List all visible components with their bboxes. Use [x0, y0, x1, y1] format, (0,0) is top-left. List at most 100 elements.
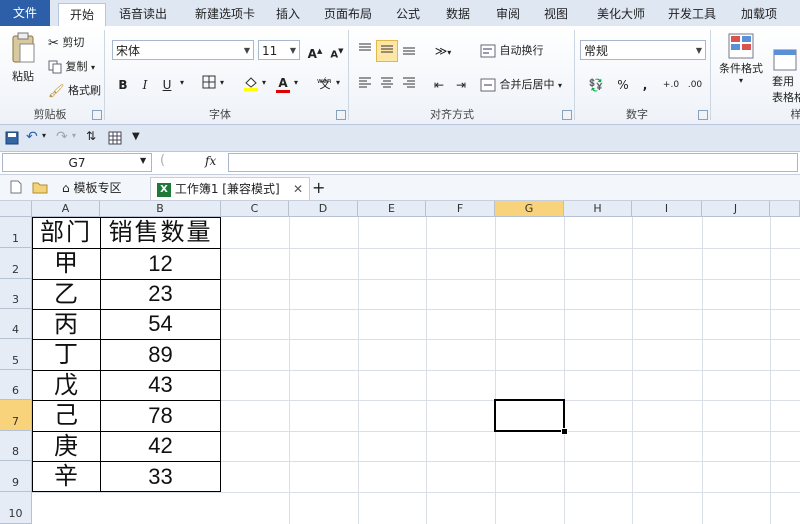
tab-speech[interactable]: 语音读出 [112, 3, 174, 25]
paste-button[interactable]: 粘贴 [6, 32, 40, 84]
sort-icon[interactable]: ⇅ [86, 129, 96, 143]
add-tab-button[interactable]: + [312, 177, 326, 199]
cell-a1[interactable]: 部门 [32, 217, 100, 248]
number-format-combo[interactable]: 常规 ▼ [580, 40, 706, 60]
cell-b4[interactable]: 54 [100, 309, 221, 339]
phonetic-dropdown[interactable]: ▾ [336, 78, 340, 87]
tab-view[interactable]: 视图 [536, 3, 576, 25]
alignment-launcher[interactable] [562, 110, 572, 120]
folder-icon[interactable] [32, 180, 48, 194]
cell-a9[interactable]: 辛 [32, 461, 100, 492]
merge-center-button[interactable]: 合并后居中 ▾ [480, 76, 562, 92]
format-painter-button[interactable]: 🖌 格式刷 [48, 82, 101, 99]
undo-dropdown-icon[interactable]: ▾ [42, 131, 46, 140]
row-header-4[interactable]: 4 [0, 309, 32, 339]
active-cell-g7[interactable] [494, 399, 565, 432]
row-header-5[interactable]: 5 [0, 339, 32, 370]
redo-dropdown-icon[interactable]: ▾ [72, 131, 76, 140]
tab-data[interactable]: 数据 [438, 3, 478, 25]
orientation-button[interactable]: ≫▾ [428, 40, 458, 62]
column-header-partial[interactable] [770, 201, 800, 217]
align-bottom-button[interactable] [398, 40, 420, 62]
tab-formulas[interactable]: 公式 [388, 3, 428, 25]
row-header-10[interactable]: 10 [0, 492, 32, 524]
bold-button[interactable]: B [112, 74, 134, 96]
column-header-i[interactable]: I [632, 201, 702, 217]
cut-button[interactable]: ✂ 剪切 [48, 34, 84, 51]
save-icon[interactable] [5, 131, 19, 145]
borders-button[interactable] [198, 74, 220, 96]
copy-button[interactable]: 复制 ▾ [48, 58, 95, 74]
row-header-3[interactable]: 3 [0, 279, 32, 309]
cell-a2[interactable]: 甲 [32, 248, 100, 279]
column-header-c[interactable]: C [221, 201, 289, 217]
column-header-g[interactable]: G [495, 201, 564, 217]
tab-page-layout[interactable]: 页面布局 [316, 3, 380, 25]
underline-dropdown[interactable]: ▾ [180, 78, 184, 87]
font-color-dropdown[interactable]: ▾ [294, 78, 298, 87]
tab-addins[interactable]: 加载项 [734, 3, 784, 25]
cell-b8[interactable]: 42 [100, 431, 221, 461]
font-size-combo[interactable]: 11 ▼ [258, 40, 300, 60]
decrease-indent-button[interactable]: ⇤ [428, 74, 450, 96]
row-header-2[interactable]: 2 [0, 248, 32, 279]
phonetic-button[interactable]: wén 文 [314, 74, 336, 96]
cell-b9[interactable]: 33 [100, 461, 221, 492]
tab-developer[interactable]: 开发工具 [662, 3, 722, 25]
table-icon[interactable] [108, 131, 122, 145]
row-header-6[interactable]: 6 [0, 370, 32, 400]
customize-qat-icon[interactable]: ▼ [132, 131, 140, 142]
cell-a6[interactable]: 戊 [32, 370, 100, 400]
font-color-button[interactable]: A [272, 72, 294, 94]
clipboard-launcher[interactable] [92, 110, 102, 120]
fill-color-button[interactable] [240, 74, 262, 96]
formula-input[interactable] [228, 153, 798, 172]
cell-b3[interactable]: 23 [100, 279, 221, 309]
tab-beautify[interactable]: 美化大师 [590, 3, 652, 25]
align-right-button[interactable] [398, 74, 420, 96]
row-header-1[interactable]: 1 [0, 217, 32, 248]
conditional-format-button[interactable]: 条件格式 ▾ [716, 32, 766, 85]
column-header-f[interactable]: F [426, 201, 495, 217]
cell-a8[interactable]: 庚 [32, 431, 100, 461]
tab-home[interactable]: 开始 [58, 3, 106, 27]
close-icon[interactable]: ✕ [293, 178, 303, 200]
column-header-j[interactable]: J [702, 201, 770, 217]
tab-review[interactable]: 审阅 [488, 3, 528, 25]
font-name-combo[interactable]: 宋体 ▼ [112, 40, 254, 60]
cell-b6[interactable]: 43 [100, 370, 221, 400]
column-header-d[interactable]: D [289, 201, 358, 217]
cell-b1[interactable]: 销售数量 [100, 217, 221, 248]
undo-icon[interactable]: ↶ [26, 129, 38, 145]
row-header-8[interactable]: 8 [0, 431, 32, 461]
fill-color-dropdown[interactable]: ▾ [262, 78, 266, 87]
wrap-text-button[interactable]: 自动换行 [480, 42, 544, 58]
column-header-e[interactable]: E [358, 201, 426, 217]
increase-decimal-button[interactable]: +.0 [660, 74, 682, 96]
underline-button[interactable]: U [156, 74, 178, 96]
number-launcher[interactable] [698, 110, 708, 120]
column-header-h[interactable]: H [564, 201, 632, 217]
name-box-dropdown-icon[interactable]: ▼ [140, 156, 146, 165]
new-document-icon[interactable] [10, 180, 22, 194]
align-center-button[interactable] [376, 74, 398, 96]
column-header-a[interactable]: A [32, 201, 100, 217]
tab-workbook[interactable]: X 工作簿1 [兼容模式] ✕ [150, 177, 310, 200]
row-header-7[interactable]: 7 [0, 400, 32, 431]
accounting-format-button[interactable]: 💱 [582, 74, 610, 96]
insert-function-icon[interactable]: fx [205, 154, 216, 168]
align-middle-button[interactable] [376, 40, 398, 62]
font-launcher[interactable] [336, 110, 346, 120]
tab-insert[interactable]: 插入 [268, 3, 308, 25]
align-top-button[interactable] [354, 40, 376, 62]
column-header-b[interactable]: B [100, 201, 221, 217]
italic-button[interactable]: I [134, 74, 156, 96]
cell-b5[interactable]: 89 [100, 339, 221, 370]
cell-a7[interactable]: 己 [32, 400, 100, 431]
row-header-9[interactable]: 9 [0, 461, 32, 492]
tab-template-zone[interactable]: ⌂ 模板专区 [62, 177, 142, 199]
comma-button[interactable]: , [634, 74, 656, 96]
increase-indent-button[interactable]: ⇥ [450, 74, 472, 96]
cell-b7[interactable]: 78 [100, 400, 221, 431]
fill-handle[interactable] [561, 428, 568, 435]
